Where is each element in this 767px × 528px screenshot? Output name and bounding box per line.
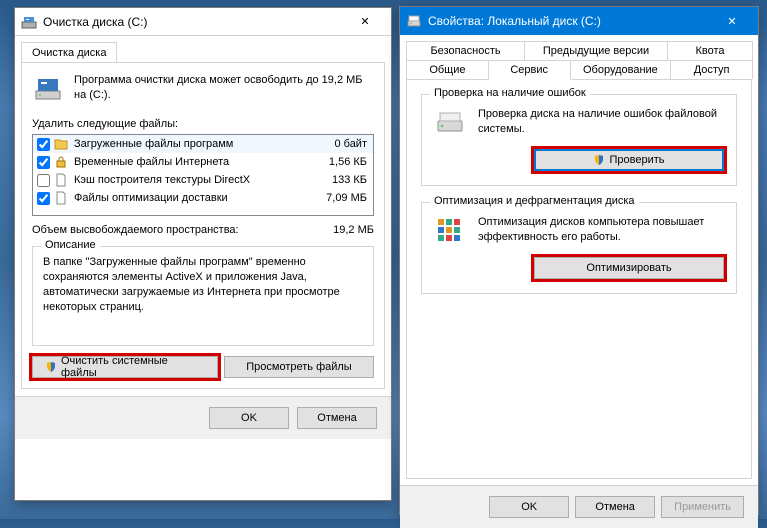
- checkbox[interactable]: [37, 138, 50, 151]
- file-size: 133 КБ: [313, 174, 371, 186]
- error-checking-text: Проверка диска на наличие ошибок файлово…: [478, 107, 724, 137]
- defrag-group: Оптимизация и дефрагментация диска Оптим…: [421, 202, 737, 294]
- window-title: Очистка диска (C:): [43, 15, 345, 29]
- clean-system-files-button[interactable]: Очистить системные файлы: [32, 356, 218, 378]
- dialog-footer: OK Отмена Применить: [400, 485, 758, 528]
- file-name: Кэш построителя текстуры DirectX: [74, 174, 313, 186]
- checkbox[interactable]: [37, 174, 50, 187]
- error-checking-legend: Проверка на наличие ошибок: [430, 87, 590, 99]
- disk-cleanup-icon: [21, 14, 37, 30]
- ok-button[interactable]: OK: [209, 407, 289, 429]
- tab-previous-versions[interactable]: Предыдущие версии: [524, 41, 668, 60]
- drive-properties-window: Свойства: Локальный диск (C:) ✕ Безопасн…: [399, 6, 759, 515]
- titlebar[interactable]: Очистка диска (C:) ✕: [15, 8, 391, 36]
- list-item[interactable]: Кэш построителя текстуры DirectX 133 КБ: [33, 171, 373, 189]
- summary-text: Программа очистки диска может освободить…: [74, 73, 374, 103]
- delete-files-label: Удалить следующие файлы:: [32, 118, 374, 130]
- file-size: 1,56 КБ: [313, 156, 371, 168]
- cancel-button[interactable]: Отмена: [575, 496, 655, 518]
- file-list[interactable]: Загруженные файлы программ 0 байт Времен…: [32, 134, 374, 216]
- tab-disk-cleanup[interactable]: Очистка диска: [21, 42, 117, 63]
- description-legend: Описание: [41, 239, 100, 251]
- optimize-button[interactable]: Оптимизировать: [534, 257, 724, 279]
- button-label: Проверить: [609, 154, 664, 166]
- close-icon[interactable]: ✕: [345, 9, 385, 35]
- file-name: Временные файлы Интернета: [74, 156, 313, 168]
- tab-body: Проверка на наличие ошибок Проверка диск…: [406, 79, 752, 479]
- file-icon: [54, 173, 70, 187]
- shield-icon: [593, 154, 605, 166]
- window-title: Свойства: Локальный диск (C:): [428, 14, 712, 28]
- button-label: Очистить системные файлы: [61, 355, 205, 379]
- description-text: В папке "Загруженные файлы программ" вре…: [43, 255, 363, 335]
- drive-icon: [406, 13, 422, 29]
- dialog-footer: OK Отмена: [15, 396, 391, 439]
- defrag-text: Оптимизация дисков компьютера повышает э…: [478, 215, 724, 245]
- tab-quota[interactable]: Квота: [667, 41, 753, 60]
- tab-tools[interactable]: Сервис: [488, 60, 571, 80]
- file-name: Загруженные файлы программ: [74, 138, 313, 150]
- file-size: 7,09 МБ: [313, 192, 371, 204]
- shield-icon: [45, 361, 57, 373]
- defrag-icon: [434, 215, 466, 247]
- drive-icon: [32, 73, 64, 108]
- cancel-button[interactable]: Отмена: [297, 407, 377, 429]
- list-item[interactable]: Файлы оптимизации доставки 7,09 МБ: [33, 189, 373, 207]
- disk-cleanup-window: Очистка диска (C:) ✕ Очистка диска Прогр…: [14, 7, 392, 501]
- ok-button[interactable]: OK: [489, 496, 569, 518]
- lock-icon: [54, 155, 70, 169]
- tab-body: Программа очистки диска может освободить…: [21, 62, 385, 389]
- total-label: Объем высвобождаемого пространства:: [32, 224, 239, 236]
- drive-check-icon: [434, 107, 466, 139]
- view-files-button[interactable]: Просмотреть файлы: [224, 356, 374, 378]
- tab-header: Очистка диска: [15, 36, 391, 63]
- file-icon: [54, 191, 70, 205]
- file-name: Файлы оптимизации доставки: [74, 192, 313, 204]
- checkbox[interactable]: [37, 156, 50, 169]
- tab-general[interactable]: Общие: [406, 60, 489, 79]
- tab-hardware[interactable]: Оборудование: [570, 60, 672, 79]
- folder-icon: [54, 137, 70, 151]
- list-item[interactable]: Временные файлы Интернета 1,56 КБ: [33, 153, 373, 171]
- tab-sharing[interactable]: Доступ: [670, 60, 753, 79]
- description-group: Описание В папке "Загруженные файлы прог…: [32, 246, 374, 346]
- file-size: 0 байт: [313, 138, 371, 150]
- checkbox[interactable]: [37, 192, 50, 205]
- tab-security[interactable]: Безопасность: [406, 41, 525, 60]
- apply-button[interactable]: Применить: [661, 496, 744, 518]
- defrag-legend: Оптимизация и дефрагментация диска: [430, 195, 639, 207]
- tabstrip: Безопасность Предыдущие версии Квота Общ…: [400, 35, 758, 79]
- titlebar[interactable]: Свойства: Локальный диск (C:) ✕: [400, 7, 758, 35]
- total-value: 19,2 МБ: [333, 224, 374, 236]
- list-item[interactable]: Загруженные файлы программ 0 байт: [33, 135, 373, 153]
- check-button[interactable]: Проверить: [534, 149, 724, 171]
- close-icon[interactable]: ✕: [712, 8, 752, 34]
- error-checking-group: Проверка на наличие ошибок Проверка диск…: [421, 94, 737, 186]
